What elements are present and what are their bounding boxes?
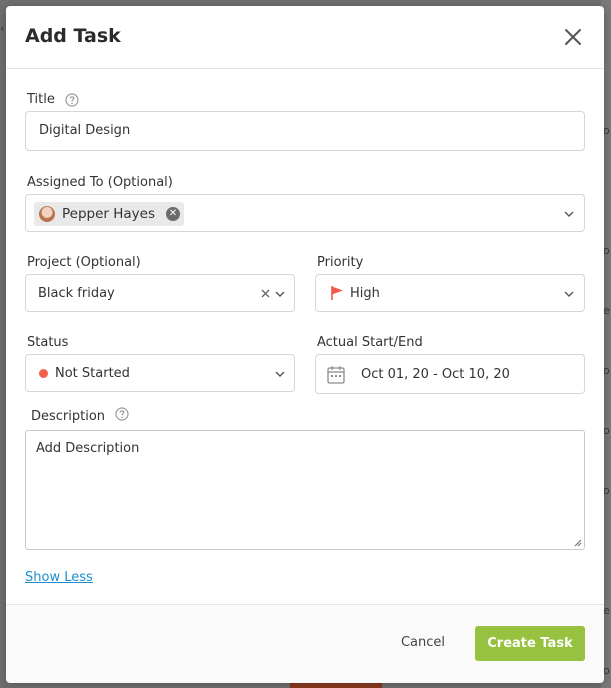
resize-handle-icon[interactable] bbox=[573, 538, 582, 547]
background-text-fragment: o bbox=[603, 124, 610, 137]
create-task-button[interactable]: Create Task bbox=[475, 626, 585, 661]
chevron-down-icon bbox=[275, 291, 285, 297]
status-value: Not Started bbox=[55, 366, 130, 381]
title-label-text: Title bbox=[27, 92, 55, 107]
clear-icon[interactable] bbox=[261, 289, 270, 298]
background-text-fragment: o bbox=[603, 244, 610, 257]
assignee-chip: Pepper Hayes ✕ bbox=[34, 202, 184, 226]
dates-label: Actual Start/End bbox=[317, 335, 423, 350]
background-text-fragment: o bbox=[603, 364, 610, 377]
project-select[interactable]: Black friday bbox=[25, 274, 295, 312]
cancel-button[interactable]: Cancel bbox=[378, 626, 468, 660]
status-select[interactable]: Not Started bbox=[25, 354, 295, 392]
title-label: Title bbox=[27, 92, 79, 107]
status-dot bbox=[39, 369, 48, 378]
date-range-value: Oct 01, 20 - Oct 10, 20 bbox=[361, 367, 510, 382]
date-range-picker[interactable]: Oct 01, 20 - Oct 10, 20 bbox=[315, 354, 585, 394]
background-left-chevron: ‹ bbox=[0, 22, 5, 35]
assignee-name: Pepper Hayes bbox=[62, 206, 156, 222]
chevron-down-icon bbox=[564, 291, 574, 297]
background-text-fragment: o bbox=[603, 424, 610, 437]
close-button[interactable] bbox=[562, 26, 584, 48]
add-task-modal: Add Task Title Digital Design Assigned T… bbox=[6, 6, 604, 683]
background-text-fragment: o bbox=[603, 664, 610, 677]
modal-footer: Cancel Create Task bbox=[6, 604, 604, 683]
close-icon bbox=[565, 29, 581, 45]
description-label-text: Description bbox=[31, 409, 106, 424]
title-input[interactable]: Digital Design bbox=[25, 111, 585, 151]
background-text-fragment: e bbox=[603, 604, 610, 617]
calendar-icon bbox=[327, 366, 345, 384]
chevron-down-icon bbox=[564, 211, 574, 217]
priority-value: High bbox=[350, 286, 380, 301]
help-icon[interactable] bbox=[65, 92, 79, 107]
chevron-down-icon bbox=[275, 371, 285, 377]
modal-header: Add Task bbox=[6, 6, 604, 69]
project-label: Project (Optional) bbox=[27, 255, 141, 270]
help-icon[interactable] bbox=[115, 406, 129, 421]
assigned-to-select[interactable]: Pepper Hayes ✕ bbox=[25, 194, 585, 232]
modal-title: Add Task bbox=[25, 25, 121, 47]
background-text-fragment: e bbox=[603, 304, 610, 317]
description-textarea[interactable]: Add Description bbox=[25, 430, 585, 550]
title-input-value: Digital Design bbox=[39, 123, 131, 138]
project-value: Black friday bbox=[38, 286, 115, 301]
priority-select[interactable]: High bbox=[315, 274, 585, 312]
avatar bbox=[39, 206, 55, 222]
background-text-fragment: o bbox=[603, 484, 610, 497]
remove-assignee-icon[interactable]: ✕ bbox=[166, 207, 180, 221]
status-label: Status bbox=[27, 335, 69, 350]
show-less-link[interactable]: Show Less bbox=[25, 570, 93, 585]
description-placeholder: Add Description bbox=[36, 441, 140, 456]
flag-icon bbox=[331, 286, 343, 300]
priority-label: Priority bbox=[317, 255, 364, 270]
description-label: Description bbox=[31, 406, 129, 424]
assigned-to-label: Assigned To (Optional) bbox=[27, 175, 173, 190]
